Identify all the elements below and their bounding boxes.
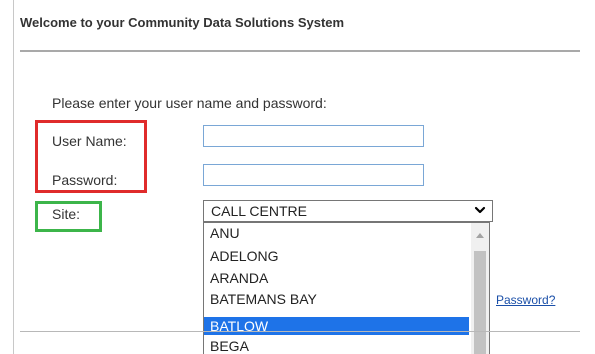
site-select-value: CALL CENTRE (211, 203, 307, 219)
credentials-highlight-box (35, 120, 147, 193)
dropdown-scrollbar[interactable] (471, 223, 489, 354)
site-option[interactable]: ADELONG (204, 247, 469, 265)
chevron-down-icon (474, 206, 486, 214)
site-option[interactable]: ARANDA (204, 269, 469, 287)
scroll-up-arrow-icon[interactable] (476, 233, 484, 238)
forgot-password-link[interactable]: Password? (496, 293, 555, 307)
site-dropdown-list[interactable]: ANU ADELONG ARANDA BATEMANS BAY BATLOW B… (203, 222, 490, 354)
login-prompt: Please enter your user name and password… (52, 95, 327, 111)
site-option[interactable]: ANU (204, 224, 469, 242)
page-border (13, 0, 14, 354)
header-divider (20, 50, 580, 52)
site-highlight-box (35, 201, 102, 232)
page-title: Welcome to your Community Data Solutions… (20, 15, 345, 30)
footer-divider (20, 331, 580, 332)
site-select[interactable]: CALL CENTRE (203, 200, 493, 222)
username-input[interactable] (203, 125, 424, 147)
login-page: Welcome to your Community Data Solutions… (0, 0, 595, 354)
scroll-thumb[interactable] (474, 251, 486, 354)
site-option[interactable]: BATEMANS BAY (204, 290, 469, 308)
site-option[interactable]: BEGA (204, 337, 469, 354)
password-input[interactable] (203, 164, 424, 186)
site-option-highlighted[interactable]: BATLOW (204, 317, 469, 335)
